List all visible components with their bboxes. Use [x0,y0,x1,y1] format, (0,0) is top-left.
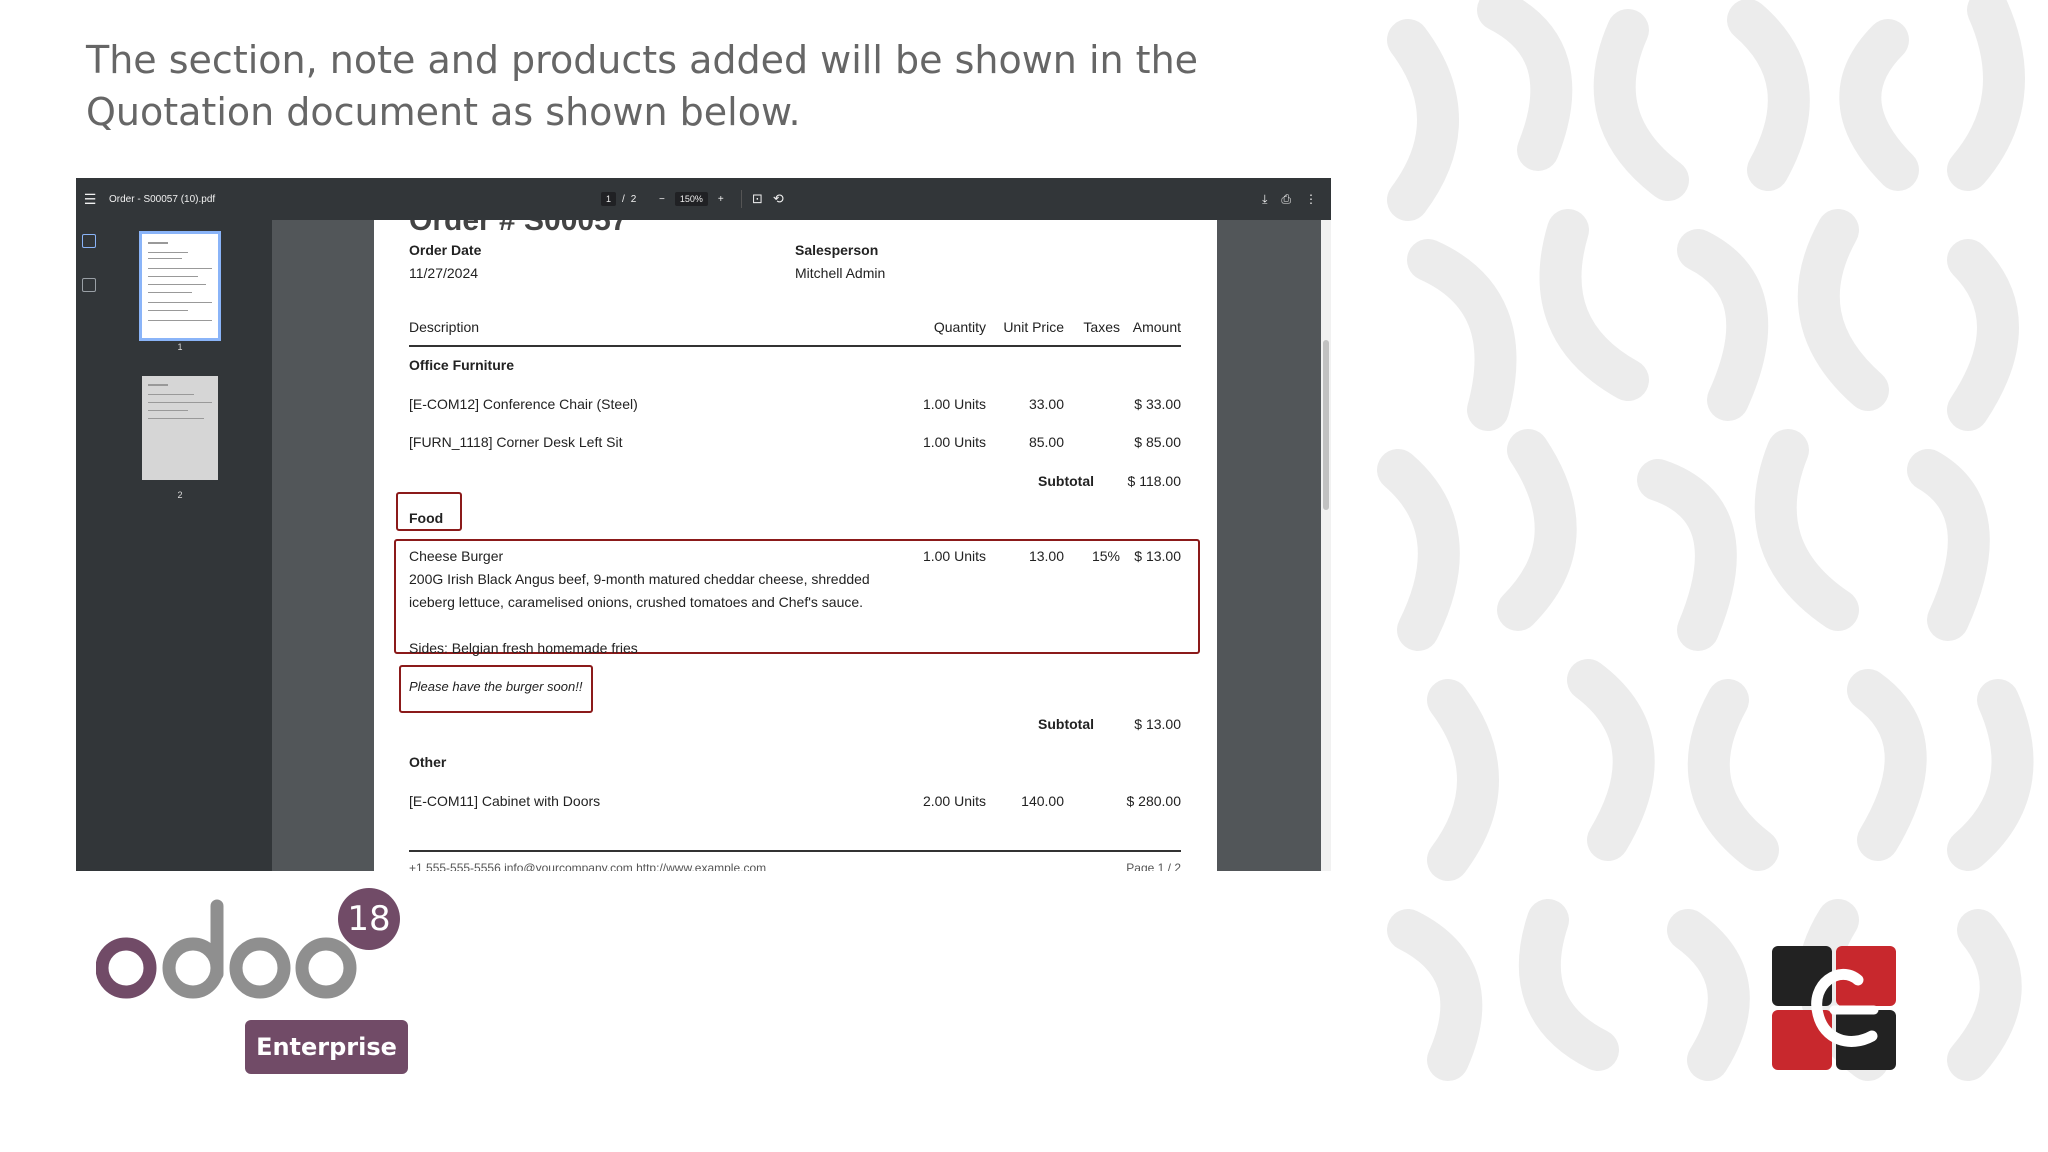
thumbnail-sidebar: 1 2 [76,220,272,871]
line-quantity: 1.00 Units [922,396,986,412]
scrollbar-thumb[interactable] [1323,340,1329,510]
slide-heading: The section, note and products added wil… [86,34,1306,138]
line-amount: $ 33.00 [1134,396,1181,412]
file-name: Order - S00057 (10).pdf [109,193,216,205]
order-title: Order # S00057 [409,220,628,237]
footer-contact: +1 555-555-5556 info@yourcompany.com htt… [409,861,767,871]
thumbnail-number-2: 2 [177,490,183,500]
line-description-detail: iceberg lettuce, caramelised onions, cru… [409,594,864,610]
column-amount: Amount [1132,319,1181,335]
print-icon[interactable]: ⎙ [1281,192,1291,207]
heading-line-2: Quotation document as shown below. [86,90,801,134]
thumbnails-view-icon[interactable] [82,234,96,248]
line-amount: $ 85.00 [1134,434,1181,450]
view-controls: ⊡ ⟲ [752,178,784,220]
line-amount: $ 280.00 [1126,793,1182,809]
line-unit-price: 13.00 [1028,548,1064,564]
column-quantity: Quantity [933,319,986,335]
decorative-pattern [1368,0,2048,1090]
heading-line-1: The section, note and products added wil… [86,38,1199,82]
page-thumbnail-2[interactable] [142,376,218,480]
subtotal-value: $ 13.00 [1134,716,1181,732]
fit-page-icon[interactable]: ⊡ [752,191,763,207]
column-description: Description [409,319,480,335]
order-date-label: Order Date [409,242,482,258]
download-icon[interactable]: ⤓ [1262,192,1267,207]
page-separator: / [622,193,625,205]
pdf-page: Order # S00057 Order Date 11/27/2024 Sal… [374,220,1217,871]
line-unit-price: 85.00 [1028,434,1064,450]
column-unit-price: Unit Price [1003,319,1064,335]
company-logo [1772,946,1896,1070]
page-indicator: 1 / 2 [601,178,636,220]
zoom-out-button[interactable]: − [659,194,665,205]
more-options-icon[interactable]: ⋮ [1305,192,1317,206]
version-badge: 18 [338,888,400,950]
zoom-level-input[interactable]: 150% [674,192,708,206]
menu-icon[interactable]: ☰ [82,178,98,220]
footer-page-number: Page 1 / 2 [1126,861,1181,871]
order-date-value: 11/27/2024 [409,265,479,281]
line-note: Please have the burger soon!! [409,679,583,694]
total-pages: 2 [630,193,637,205]
footer-rule [409,850,1181,852]
rotate-icon[interactable]: ⟲ [773,191,784,207]
line-description: [E-COM12] Conference Chair (Steel) [409,396,638,412]
section-title: Office Furniture [409,357,515,373]
line-description-detail: 200G Irish Black Angus beef, 9-month mat… [409,571,870,587]
zoom-in-button[interactable]: + [718,194,724,205]
section-title: Food [409,510,444,526]
line-quantity: 1.00 Units [922,548,986,564]
toolbar-divider [741,190,742,208]
toolbar-actions: ⤓ ⎙ ⋮ [1262,178,1317,220]
section-title: Other [409,754,447,770]
outline-view-icon[interactable] [82,278,96,292]
line-description: Cheese Burger [409,548,504,564]
subtotal-label: Subtotal [1038,473,1094,489]
scrollbar[interactable] [1321,220,1331,871]
line-description: [E-COM11] Cabinet with Doors [409,793,601,809]
line-description-detail: Sides: Belgian fresh homemade fries [409,640,638,656]
subtotal-label: Subtotal [1038,716,1094,732]
line-unit-price: 33.00 [1028,396,1064,412]
line-amount: $ 13.00 [1134,548,1181,564]
thumbnail-number-1: 1 [177,342,183,352]
subtotal-value: $ 118.00 [1127,473,1181,489]
current-page-input[interactable]: 1 [601,192,617,206]
line-unit-price: 140.00 [1021,793,1064,809]
page-thumbnail-1[interactable] [139,231,221,341]
salesperson-value: Mitchell Admin [795,265,886,281]
column-taxes: Taxes [1083,319,1120,335]
edition-badge: Enterprise [245,1020,408,1074]
header-rule [409,345,1181,347]
pdf-toolbar: ☰ Order - S00057 (10).pdf 1 / 2 − 150% +… [76,178,1331,220]
line-description: [FURN_1118] Corner Desk Left Sit [409,434,623,450]
salesperson-label: Salesperson [795,242,879,258]
pdf-viewer: ☰ Order - S00057 (10).pdf 1 / 2 − 150% +… [76,178,1331,871]
line-quantity: 1.00 Units [922,434,986,450]
zoom-controls: − 150% + [659,178,724,220]
line-quantity: 2.00 Units [922,793,986,809]
